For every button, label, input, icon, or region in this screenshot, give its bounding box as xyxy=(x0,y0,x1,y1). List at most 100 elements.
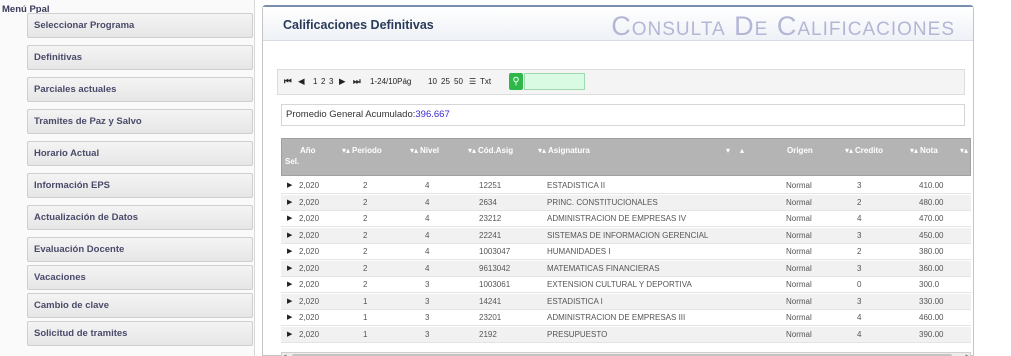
scroll-right-icon[interactable]: ▸ xyxy=(965,352,969,356)
cell-periodo: 2 xyxy=(363,230,368,240)
page-link-3[interactable]: 3 xyxy=(329,77,333,86)
row-expand-icon[interactable]: ▶ xyxy=(287,280,292,288)
menu-item-definitivas[interactable]: Definitivas xyxy=(27,45,253,70)
cell-cod-asig: 23212 xyxy=(479,214,502,223)
sort-icon[interactable]: ▾▴ xyxy=(468,146,476,155)
first-page-icon[interactable]: ⏮ xyxy=(284,76,292,87)
cell-nivel: 4 xyxy=(425,197,430,207)
cell-periodo: 2 xyxy=(363,181,368,190)
cell-nota: 480.00 xyxy=(919,197,944,207)
sort-icon[interactable]: ▾▴ xyxy=(845,146,853,155)
cell-periodo: 2 xyxy=(363,263,368,273)
col-header-sel[interactable]: Sel. xyxy=(285,157,299,166)
menu-item-evaluacion-docente[interactable]: Evaluación Docente xyxy=(27,237,253,262)
col-header-asignatura[interactable]: Asignatura xyxy=(548,146,590,155)
cell-cod-asig: 14241 xyxy=(479,296,502,306)
sort-icon[interactable]: ▾▴ xyxy=(538,146,546,155)
row-expand-icon[interactable]: ▶ xyxy=(287,247,292,255)
search-button[interactable]: ⚲ xyxy=(509,73,523,90)
table-row[interactable]: ▶ 2,020 1 3 2192 PRESUPUESTO Normal 4 390.00 xyxy=(281,326,971,343)
sort-icon[interactable]: ▾▴ xyxy=(960,146,968,155)
menu-item-informacion-eps[interactable]: Información EPS xyxy=(27,173,253,198)
col-header-nivel[interactable]: Nivel xyxy=(420,146,439,155)
sort-icon[interactable]: ▾▴ xyxy=(910,146,918,155)
table-row[interactable]: ▶ 2,020 1 3 14241 ESTADISTICA I Normal 3 330.00 xyxy=(281,293,971,310)
cell-asignatura: ADMINISTRACION DE EMPRESAS IV xyxy=(547,214,687,223)
col-header-nota[interactable]: Nota xyxy=(920,146,938,155)
row-expand-icon[interactable]: ▶ xyxy=(287,330,292,338)
sort-icon[interactable]: ▾▴ xyxy=(342,146,350,155)
sort-icon[interactable]: ▾▴ xyxy=(410,146,418,155)
table-row[interactable]: ▶ 2,020 2 4 1003047 HUMANIDADES I Normal 2 380.0… xyxy=(281,244,971,260)
cell-credito: 3 xyxy=(857,296,862,306)
page-size-25[interactable]: 25 xyxy=(441,77,450,86)
cell-nivel: 3 xyxy=(425,280,430,289)
table-row[interactable]: ▶ 2,020 2 4 22241 SISTEMAS DE INFORMACION GER… xyxy=(281,227,971,244)
page-size-10[interactable]: 10 xyxy=(428,77,437,86)
table-row[interactable]: ▶ 2,020 1 3 23201 ADMINISTRACION DE EMPRESAS … xyxy=(281,310,971,326)
table-row[interactable]: ▶ 2,020 2 4 2634 PRINC. CONSTITUCIONALES Norma… xyxy=(281,194,971,211)
next-page-icon[interactable]: ▶ xyxy=(339,76,346,87)
col-header-credito[interactable]: Credito xyxy=(855,146,883,155)
menu-item-actualizacion-datos[interactable]: Actualización de Datos xyxy=(27,205,253,230)
panel-header: Calificaciones Definitivas Consulta De C… xyxy=(263,7,973,41)
row-expand-icon[interactable]: ▶ xyxy=(287,181,292,189)
menu-item-seleccionar-programa[interactable]: Seleccionar Programa xyxy=(27,13,253,38)
page-link-2[interactable]: 2 xyxy=(321,77,325,86)
cell-cod-asig: 22241 xyxy=(479,230,502,240)
search-input[interactable] xyxy=(524,73,585,90)
cell-cod-asig: 9613042 xyxy=(479,263,511,273)
list-icon[interactable]: ☰ xyxy=(469,77,476,86)
table-row[interactable]: ▶ 2,020 2 4 9613042 MATEMATICAS FINANCIERAS No… xyxy=(281,260,971,277)
table-row[interactable]: ▶ 2,020 2 3 1003061 EXTENSION CULTURAL Y DEPO… xyxy=(281,277,971,293)
table-header: Sel. Año ▾▴ Periodo ▾▴ Nivel ▾▴ Cód.Asig… xyxy=(281,138,971,176)
table-row[interactable]: ▶ 2,020 2 4 12251 ESTADISTICA II Normal 3 410.00 xyxy=(281,178,971,194)
col-header-anio[interactable]: Año xyxy=(300,146,316,155)
export-txt-button[interactable]: Txt xyxy=(480,77,491,86)
menu-item-tramites-paz-salvo[interactable]: Tramites de Paz y Salvo xyxy=(27,109,253,134)
cell-periodo: 1 xyxy=(363,296,368,306)
cell-cod-asig: 2634 xyxy=(479,197,497,207)
cell-anio: 2,020 xyxy=(299,296,320,306)
row-expand-icon[interactable]: ▶ xyxy=(287,214,292,222)
cell-cod-asig: 1003061 xyxy=(479,280,511,289)
last-page-icon[interactable]: ⏭ xyxy=(353,76,361,87)
scroll-left-icon[interactable]: ◂ xyxy=(283,352,287,356)
menu-item-parciales-actuales[interactable]: Parciales actuales xyxy=(27,77,253,102)
horizontal-scrollbar[interactable]: ◂ ▸ xyxy=(281,352,971,356)
col-header-periodo[interactable]: Periodo xyxy=(352,146,382,155)
sort-asc-icon[interactable]: ▴ xyxy=(740,146,744,155)
cell-nota: 380.00 xyxy=(919,247,944,256)
cell-nota: 460.00 xyxy=(919,313,944,322)
col-header-cod-asig[interactable]: Cód.Asig xyxy=(478,146,513,155)
cell-asignatura: PRESUPUESTO xyxy=(547,329,608,339)
sort-desc-icon[interactable]: ▾ xyxy=(726,146,730,155)
table-row[interactable]: ▶ 2,020 2 4 23212 ADMINISTRACION DE EMPRESAS … xyxy=(281,211,971,227)
row-expand-icon[interactable]: ▶ xyxy=(287,198,292,206)
cell-nivel: 4 xyxy=(425,263,430,273)
prev-page-icon[interactable]: ◀ xyxy=(298,76,305,87)
col-header-origen[interactable]: Origen xyxy=(787,146,813,155)
cell-anio: 2,020 xyxy=(299,214,320,223)
cell-periodo: 1 xyxy=(363,313,368,322)
promedio-value: 396.667 xyxy=(415,109,450,120)
cell-anio: 2,020 xyxy=(299,313,320,322)
main-menu-sidebar: Menú Ppal Seleccionar Programa Definitiv… xyxy=(0,0,255,356)
cell-anio: 2,020 xyxy=(299,181,320,190)
cell-asignatura: SISTEMAS DE INFORMACION GERENCIAL xyxy=(547,230,709,240)
row-expand-icon[interactable]: ▶ xyxy=(287,231,292,239)
cell-credito: 3 xyxy=(857,230,862,240)
menu-item-vacaciones[interactable]: Vacaciones xyxy=(27,265,253,290)
cell-nivel: 3 xyxy=(425,329,430,339)
menu-item-solicitud-tramites[interactable]: Solicitud de tramites xyxy=(27,321,253,346)
menu-item-horario-actual[interactable]: Horario Actual xyxy=(27,141,253,166)
cell-credito: 4 xyxy=(857,329,862,339)
row-expand-icon[interactable]: ▶ xyxy=(287,264,292,272)
cell-anio: 2,020 xyxy=(299,230,320,240)
page-size-50[interactable]: 50 xyxy=(454,77,463,86)
cell-credito: 3 xyxy=(857,263,862,273)
page-link-1[interactable]: 1 xyxy=(313,77,317,86)
row-expand-icon[interactable]: ▶ xyxy=(287,297,292,305)
row-expand-icon[interactable]: ▶ xyxy=(287,313,292,321)
menu-item-cambio-clave[interactable]: Cambio de clave xyxy=(27,293,253,318)
